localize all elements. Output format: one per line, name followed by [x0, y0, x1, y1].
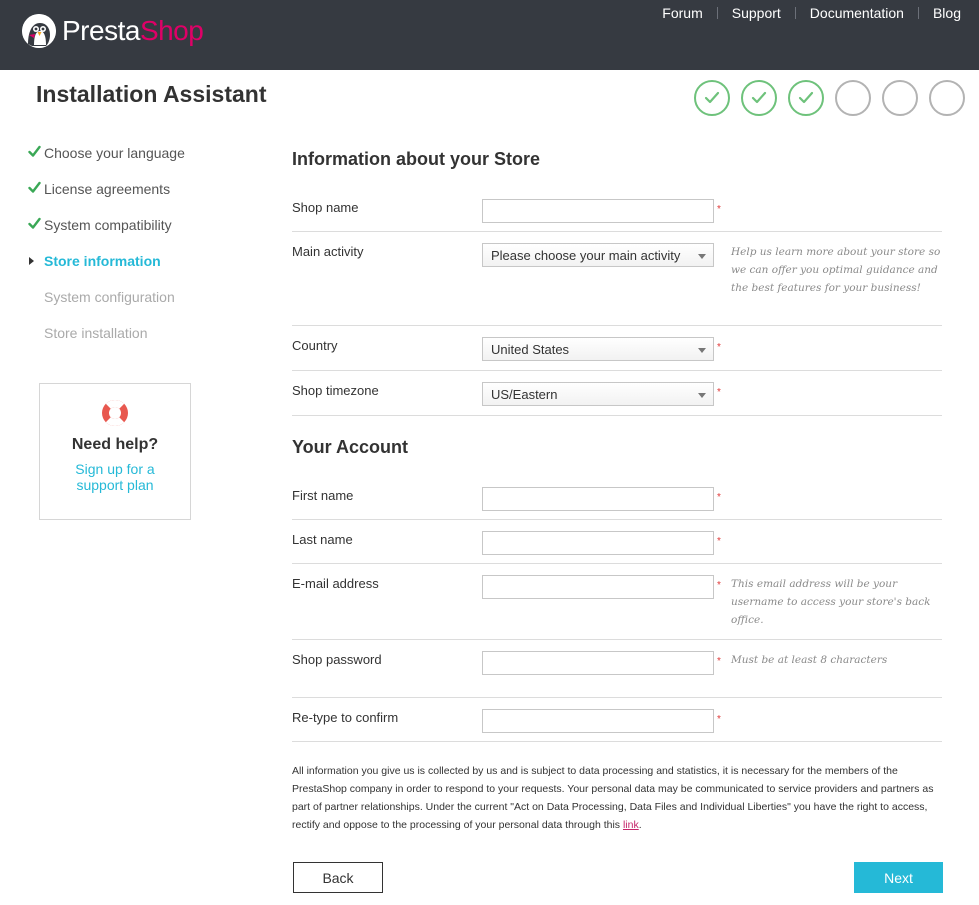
sidebar-step-label: Store information [44, 253, 161, 269]
confirm-password-label: Re-type to confirm [292, 710, 399, 725]
sidebar-step-label: Store installation [44, 325, 148, 341]
password-hint: Must be at least 8 characters [731, 654, 888, 666]
caret-right-icon [28, 252, 44, 270]
password-label: Shop password [292, 652, 382, 667]
country-row: Country United States * [292, 326, 942, 371]
nav-separator [716, 7, 718, 19]
sidebar-step-label: License agreements [44, 181, 171, 197]
checkmark-icon [704, 91, 720, 104]
support-plan-link[interactable]: Sign up for a support plan [40, 461, 190, 493]
sidebar-step: System configuration [28, 288, 185, 324]
email-label: E-mail address [292, 576, 379, 591]
nav-documentation-link[interactable]: Documentation [810, 5, 904, 21]
sidebar-step-label: System compatibility [44, 217, 172, 233]
nav-blog-link[interactable]: Blog [933, 5, 961, 21]
progress-steps [694, 80, 965, 116]
required-marker: * [717, 387, 721, 398]
country-value: United States [491, 342, 570, 357]
progress-step-pending [929, 80, 965, 116]
required-marker: * [717, 580, 721, 591]
puffin-icon [22, 14, 56, 48]
main-activity-select[interactable]: Please choose your main activity [482, 243, 714, 267]
password-row: Shop password * Must be at least 8 chara… [292, 640, 942, 698]
required-marker: * [717, 204, 721, 215]
progress-step-pending [835, 80, 871, 116]
last-name-label: Last name [292, 532, 353, 547]
page-title: Installation Assistant [36, 81, 267, 107]
sidebar-step: System compatibility [28, 216, 185, 252]
email-row: E-mail address * This email address will… [292, 564, 942, 640]
main-activity-label: Main activity [292, 244, 364, 259]
sidebar-steps: Choose your language License agreements Sy… [28, 144, 185, 360]
email-hint: This email address will be your username… [731, 578, 931, 626]
sidebar-step-label: Choose your language [44, 145, 185, 161]
nav-separator [917, 7, 919, 19]
required-marker: * [717, 342, 721, 353]
sidebar-step-label: System configuration [44, 289, 175, 305]
privacy-notice: All information you give us is collected… [292, 762, 942, 834]
main-activity-hint: Help us learn more about your store so w… [731, 246, 941, 294]
password-input[interactable] [482, 651, 714, 675]
first-name-label: First name [292, 488, 354, 503]
confirm-password-row: Re-type to confirm * [292, 698, 942, 742]
required-marker: * [717, 536, 721, 547]
prestashop-logo[interactable]: PrestaShop [22, 14, 204, 48]
first-name-input[interactable] [482, 487, 714, 511]
checkmark-icon [28, 180, 44, 198]
progress-step-completed [741, 80, 777, 116]
progress-step-completed [694, 80, 730, 116]
checkmark-icon [751, 91, 767, 104]
chevron-down-icon [698, 254, 706, 259]
checkmark-icon [28, 144, 44, 162]
chevron-down-icon [698, 393, 706, 398]
brand-name: PrestaShop [62, 14, 204, 48]
brand-part-2: Shop [139, 15, 204, 46]
checkmark-icon [28, 216, 44, 234]
shop-name-input[interactable] [482, 199, 714, 223]
timezone-label: Shop timezone [292, 383, 379, 398]
timezone-value: US/Eastern [491, 387, 558, 402]
sidebar-step: Store information [28, 252, 185, 288]
shop-name-label: Shop name [292, 200, 359, 215]
help-title: Need help? [71, 436, 159, 453]
main-activity-row: Main activity Please choose your main ac… [292, 232, 942, 326]
sidebar-step: License agreements [28, 180, 185, 216]
privacy-end: . [638, 819, 642, 831]
last-name-input[interactable] [482, 531, 714, 555]
chevron-down-icon [698, 348, 706, 353]
top-bar: PrestaShop Forum Support Documentation B… [0, 0, 979, 70]
country-label: Country [292, 338, 338, 353]
progress-step-pending [882, 80, 918, 116]
store-section-title: Information about your Store [292, 149, 541, 169]
nav-separator [794, 7, 796, 19]
country-select[interactable]: United States [482, 337, 714, 361]
brand-part-1: Presta [62, 15, 140, 46]
last-name-row: Last name * [292, 520, 942, 564]
privacy-text: All information you give us is collected… [292, 765, 934, 831]
required-marker: * [717, 714, 721, 725]
required-marker: * [717, 656, 721, 667]
email-input[interactable] [482, 575, 714, 599]
lifebuoy-icon [102, 400, 128, 426]
checkmark-icon [798, 91, 814, 104]
timezone-row: Shop timezone US/Eastern * [292, 371, 942, 416]
nav-forum-link[interactable]: Forum [662, 5, 702, 21]
first-name-row: First name * [292, 476, 942, 520]
main-activity-value: Please choose your main activity [491, 248, 681, 263]
next-button[interactable]: Next [854, 862, 943, 893]
sidebar-step: Choose your language [28, 144, 185, 180]
nav-support-link[interactable]: Support [732, 5, 781, 21]
confirm-password-input[interactable] [482, 709, 714, 733]
privacy-link[interactable]: link [623, 819, 639, 831]
shop-name-row: Shop name * [292, 188, 942, 232]
timezone-select[interactable]: US/Eastern [482, 382, 714, 406]
back-button[interactable]: Back [293, 862, 383, 893]
sidebar-step: Store installation [28, 324, 185, 360]
progress-step-completed [788, 80, 824, 116]
required-marker: * [717, 492, 721, 503]
account-section-title: Your Account [292, 437, 408, 457]
top-nav: Forum Support Documentation Blog [662, 5, 961, 21]
help-box: Need help? Sign up for a support plan [39, 383, 191, 520]
